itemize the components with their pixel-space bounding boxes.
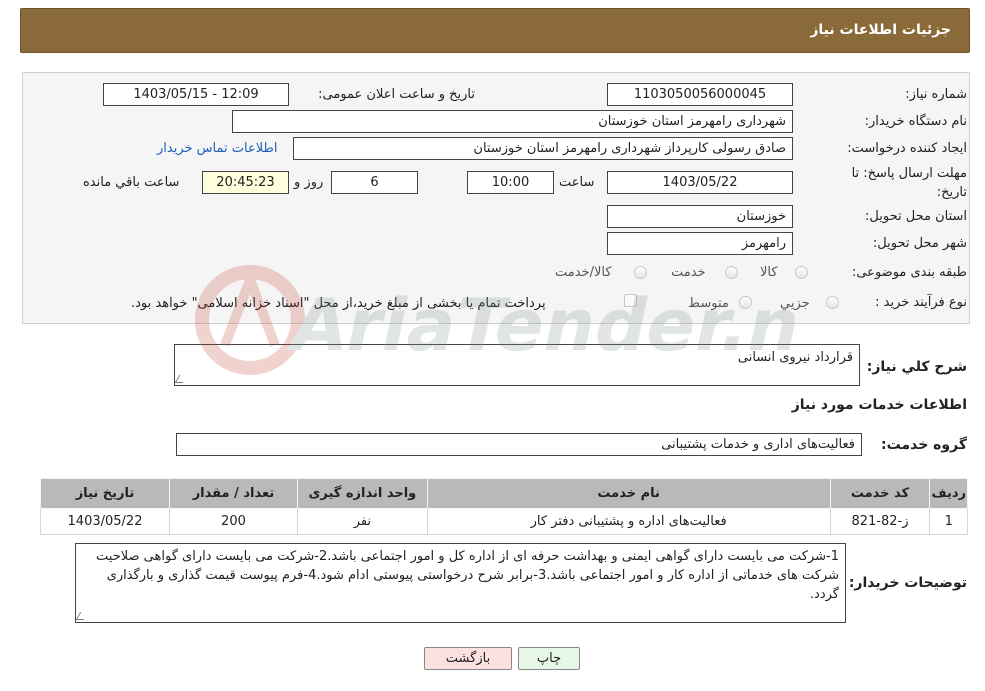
announce-label: تاریخ و ساعت اعلان عمومی: bbox=[318, 87, 475, 102]
resize-handle-icon[interactable] bbox=[75, 612, 89, 620]
buyer-contact-link[interactable]: اطلاعات تماس خریدار bbox=[157, 141, 277, 156]
need-number-label: شماره نیاز: bbox=[905, 87, 967, 102]
services-section-title: اطلاعات خدمات مورد نیاز bbox=[791, 397, 967, 413]
process-partial-radio[interactable] bbox=[826, 296, 839, 309]
buyer-org-field: شهرداری رامهرمز استان خوزستان bbox=[232, 110, 793, 133]
col-date-header: تاریخ نیاز bbox=[40, 478, 170, 509]
category-goods-service-radio[interactable] bbox=[634, 266, 647, 279]
province-field: خوزستان bbox=[607, 205, 793, 228]
creator-label: ایجاد کننده درخواست: bbox=[847, 141, 967, 156]
print-button[interactable]: چاپ bbox=[518, 647, 580, 670]
col-row-header: ردیف bbox=[929, 478, 968, 509]
city-field: رامهرمز bbox=[607, 232, 793, 255]
days-label: روز و bbox=[294, 175, 324, 190]
summary-text: قرارداد نیروی انسانی bbox=[737, 350, 853, 365]
buyer-notes-label: توضیحات خریدار: bbox=[848, 575, 967, 591]
services-table: ردیف کد خدمت نام خدمت واحد اندازه گیری ت… bbox=[40, 478, 968, 535]
col-qty-header: تعداد / مقدار bbox=[169, 478, 298, 509]
need-number-field: 1103050056000045 bbox=[607, 83, 793, 106]
need-date-cell: 1403/05/22 bbox=[40, 508, 170, 535]
treasury-payment-note: پرداخت تمام یا بخشی از مبلغ خرید،از محل … bbox=[131, 296, 546, 311]
service-group-field: فعالیت‌های اداری و خدمات پشتیبانی bbox=[176, 433, 862, 456]
announce-field: 1403/05/15 - 12:09 bbox=[103, 83, 289, 106]
remaining-label: ساعت باقي مانده bbox=[83, 175, 180, 190]
category-goods-label: کالا bbox=[760, 265, 778, 280]
treasury-payment-checkbox[interactable] bbox=[624, 294, 637, 307]
category-service-label: خدمت bbox=[671, 265, 706, 280]
process-label: نوع فرآیند خرید : bbox=[875, 295, 967, 310]
quantity-cell: 200 bbox=[169, 508, 298, 535]
city-label: شهر محل تحویل: bbox=[872, 236, 967, 251]
category-service-radio[interactable] bbox=[725, 266, 738, 279]
page-title: جزئیات اطلاعات نیاز bbox=[810, 22, 951, 38]
days-field: 6 bbox=[331, 171, 418, 194]
deadline-date-field: 1403/05/22 bbox=[607, 171, 793, 194]
process-medium-label: متوسط bbox=[688, 296, 729, 311]
unit-cell: نفر bbox=[296, 508, 428, 535]
remaining-time-field: 20:45:23 bbox=[202, 171, 289, 194]
resize-handle-icon[interactable] bbox=[174, 375, 188, 383]
creator-field: صادق رسولی کارپرداز شهرداری رامهرمز استا… bbox=[293, 137, 793, 160]
table-header-row: ردیف کد خدمت نام خدمت واحد اندازه گیری ت… bbox=[40, 478, 968, 509]
province-label: استان محل تحویل: bbox=[865, 209, 967, 224]
row-number-cell: 1 bbox=[929, 508, 968, 535]
category-label: طبقه بندی موضوعی: bbox=[851, 265, 967, 280]
service-name-cell: فعالیت‌های اداره و پشتیبانی دفتر کار bbox=[426, 508, 831, 535]
col-unit-header: واحد اندازه گیری bbox=[296, 478, 428, 509]
service-code-cell: ز-82-821 bbox=[829, 508, 931, 535]
col-code-header: کد خدمت bbox=[829, 478, 931, 509]
buyer-notes-text: 1-شرکت می بایست دارای گواهی ایمنی و بهدا… bbox=[96, 549, 839, 602]
summary-textarea[interactable]: قرارداد نیروی انسانی bbox=[174, 344, 860, 386]
deadline-time-field: 10:00 bbox=[467, 171, 554, 194]
process-medium-radio[interactable] bbox=[739, 296, 752, 309]
summary-label: شرح کلي نیاز: bbox=[866, 359, 967, 375]
buyer-org-label: نام دستگاه خریدار: bbox=[864, 114, 967, 129]
back-button[interactable]: بازگشت bbox=[424, 647, 512, 670]
process-partial-label: جزیي bbox=[780, 296, 810, 311]
table-row: 1 ز-82-821 فعالیت‌های اداره و پشتیبانی د… bbox=[40, 508, 968, 535]
category-goods-radio[interactable] bbox=[795, 266, 808, 279]
deadline-time-label: ساعت bbox=[559, 175, 595, 190]
category-goods-service-label: کالا/خدمت bbox=[555, 265, 612, 280]
service-group-label: گروه خدمت: bbox=[881, 437, 967, 453]
page-header: جزئیات اطلاعات نیاز bbox=[20, 8, 970, 53]
deadline-label: مهلت ارسال پاسخ: تا تاریخ: bbox=[851, 166, 967, 200]
col-name-header: نام خدمت bbox=[426, 478, 831, 509]
buyer-notes-textarea[interactable]: 1-شرکت می بایست دارای گواهی ایمنی و بهدا… bbox=[75, 543, 846, 623]
